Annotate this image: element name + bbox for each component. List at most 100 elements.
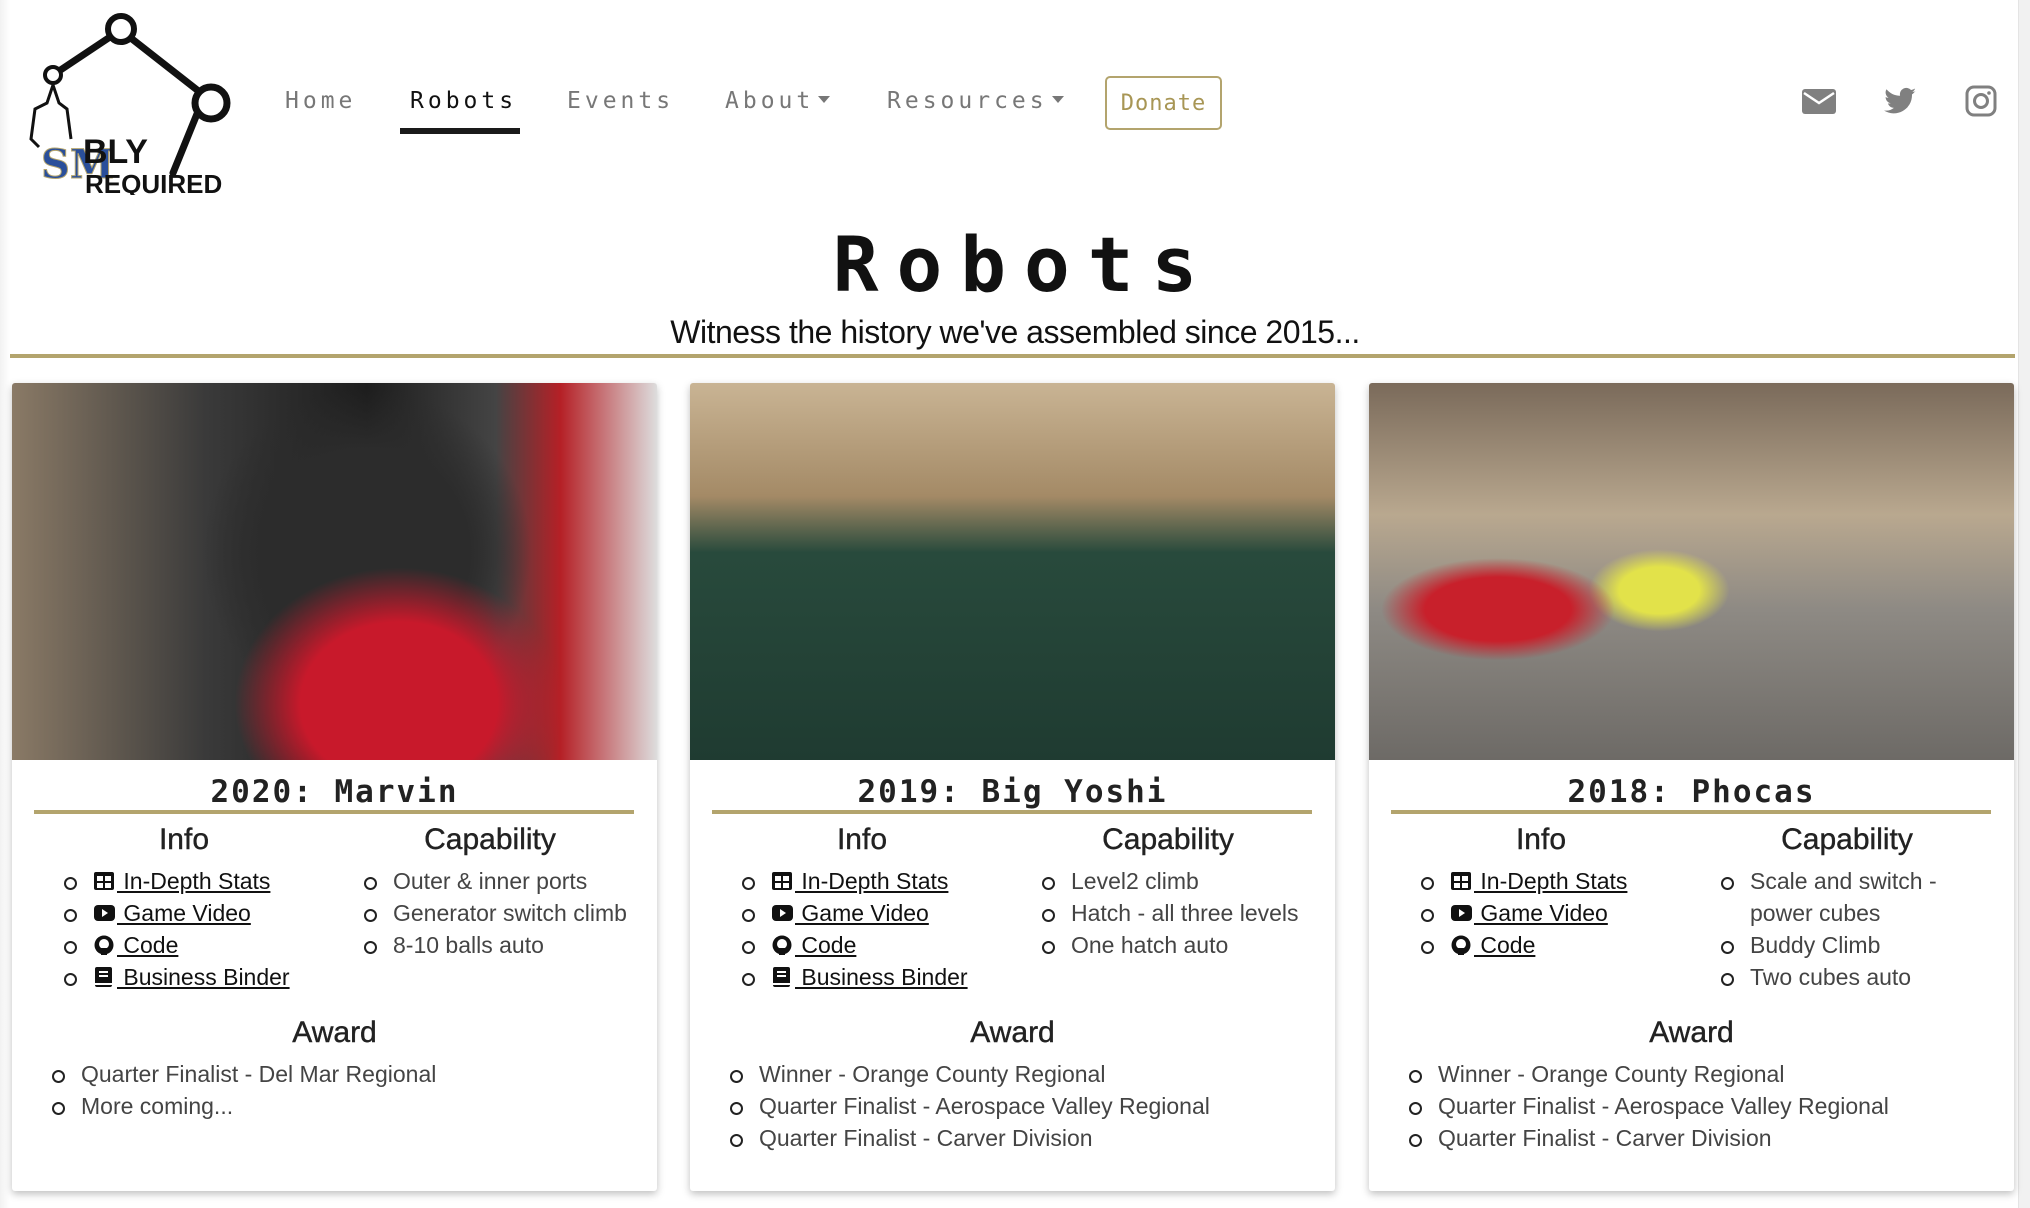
capability-section: Capability Outer & inner ports Generator s… — [334, 823, 646, 961]
svg-text:REQUIRED: REQUIRED — [85, 169, 222, 195]
award-item: Quarter Finalist - Carver Division — [1391, 1122, 2014, 1154]
info-item: Business Binder — [724, 961, 1012, 993]
award-section: Award Quarter Finalist - Del Mar Regional… — [12, 1016, 657, 1122]
capability-section: Capability Scale and switch - power cubes… — [1691, 823, 2003, 993]
capability-item: 8-10 balls auto — [346, 929, 646, 961]
award-heading: Award — [1649, 1016, 1734, 1049]
nav-events[interactable]: Events — [567, 88, 674, 114]
capability-item: Hatch - all three levels — [1024, 897, 1324, 929]
capability-item: Outer & inner ports — [346, 865, 646, 897]
robot-photo — [1369, 383, 2014, 760]
info-link[interactable]: Game Video — [93, 900, 251, 926]
donate-button[interactable]: Donate — [1105, 76, 1222, 130]
info-section: Info In-Depth Stats Game Video Code Busi… — [34, 823, 334, 993]
robot-card: 2019: Big Yoshi Info In-Depth Stats Game… — [690, 383, 1335, 1191]
card-divider — [1391, 810, 1991, 814]
info-link-label: Game Video — [117, 900, 251, 926]
award-section: Award Winner - Orange County Regional Quar… — [1369, 1016, 2014, 1154]
youtube-icon — [94, 905, 115, 921]
robot-card: 2020: Marvin Info In-Depth Stats Game Vi… — [12, 383, 657, 1191]
capability-item: Buddy Climb — [1703, 929, 2003, 961]
book-icon — [773, 967, 790, 987]
active-nav-underline — [400, 128, 520, 134]
github-icon — [94, 935, 114, 955]
info-link[interactable]: In-Depth Stats — [771, 868, 948, 894]
capability-item: Generator switch climb — [346, 897, 646, 929]
info-link[interactable]: In-Depth Stats — [93, 868, 270, 894]
title-divider — [10, 354, 2015, 358]
info-link-label: Business Binder — [117, 964, 290, 990]
robot-title: 2019: Big Yoshi — [857, 774, 1168, 810]
capability-item: Scale and switch - power cubes — [1703, 865, 2003, 929]
info-item: Game Video — [46, 897, 334, 929]
youtube-icon — [1451, 905, 1472, 921]
award-heading: Award — [970, 1016, 1055, 1049]
scrollbar[interactable] — [2018, 0, 2030, 1208]
info-item: Game Video — [1403, 897, 1691, 929]
capability-item: One hatch auto — [1024, 929, 1324, 961]
nav-resources[interactable]: Resources — [887, 88, 1064, 114]
github-icon — [1451, 935, 1471, 955]
info-link-label: Code — [795, 932, 857, 958]
info-link[interactable]: Code — [771, 932, 856, 958]
robot-title: 2020: Marvin — [210, 774, 459, 810]
info-link-label: In-Depth Stats — [117, 868, 271, 894]
info-item: Game Video — [724, 897, 1012, 929]
table-icon — [772, 872, 792, 890]
award-item: Winner - Orange County Regional — [712, 1058, 1335, 1090]
info-heading: Info — [836, 823, 888, 856]
page-edge — [0, 0, 10, 1208]
svg-text:BLY: BLY — [83, 133, 148, 171]
award-item: Quarter Finalist - Aerospace Valley Regi… — [1391, 1090, 2014, 1122]
info-link[interactable]: Code — [93, 932, 178, 958]
robot-card: 2018: Phocas Info In-Depth Stats Game Vi… — [1369, 383, 2014, 1191]
info-section: Info In-Depth Stats Game Video Code Busi… — [712, 823, 1012, 993]
info-heading: Info — [158, 823, 210, 856]
page-title: Robots — [832, 220, 1216, 309]
award-item: Quarter Finalist - Aerospace Valley Regi… — [712, 1090, 1335, 1122]
twitter-icon[interactable] — [1883, 84, 1919, 118]
capability-heading: Capability — [1781, 823, 1913, 856]
info-link[interactable]: Game Video — [771, 900, 929, 926]
caret-down-icon — [1051, 96, 1064, 103]
info-link-label: Game Video — [1474, 900, 1608, 926]
info-link-label: Game Video — [795, 900, 929, 926]
award-item: Quarter Finalist - Carver Division — [712, 1122, 1335, 1154]
capability-item: Level2 climb — [1024, 865, 1324, 897]
info-link-label: Business Binder — [795, 964, 968, 990]
table-icon — [94, 872, 114, 890]
info-link[interactable]: In-Depth Stats — [1450, 868, 1627, 894]
capability-section: Capability Level2 climb Hatch - all three … — [1012, 823, 1324, 961]
capability-heading: Capability — [424, 823, 556, 856]
award-item: More coming... — [34, 1090, 657, 1122]
info-item: In-Depth Stats — [1403, 865, 1691, 897]
github-icon — [772, 935, 792, 955]
info-item: In-Depth Stats — [724, 865, 1012, 897]
info-link[interactable]: Code — [1450, 932, 1535, 958]
nav-resources-label: Resources — [887, 88, 1048, 114]
info-heading: Info — [1515, 823, 1567, 856]
award-item: Quarter Finalist - Del Mar Regional — [34, 1058, 657, 1090]
info-link[interactable]: Business Binder — [93, 964, 290, 990]
info-section: Info In-Depth Stats Game Video Code — [1391, 823, 1691, 961]
info-item: Code — [724, 929, 1012, 961]
nav-home[interactable]: Home — [285, 88, 356, 114]
robot-photo — [690, 383, 1335, 760]
capability-heading: Capability — [1102, 823, 1234, 856]
instagram-icon[interactable] — [1963, 84, 1999, 118]
info-link[interactable]: Game Video — [1450, 900, 1608, 926]
nav-about-label: About — [725, 88, 815, 114]
robot-title: 2018: Phocas — [1567, 774, 1816, 810]
info-link-label: In-Depth Stats — [795, 868, 949, 894]
nav-robots[interactable]: Robots — [410, 88, 517, 114]
info-link-label: Code — [117, 932, 179, 958]
info-link[interactable]: Business Binder — [771, 964, 968, 990]
award-heading: Award — [292, 1016, 377, 1049]
page-subtitle: Witness the history we've assembled sinc… — [670, 314, 1360, 350]
table-icon — [1451, 872, 1471, 890]
envelope-icon[interactable] — [1801, 84, 1837, 118]
award-section: Award Winner - Orange County Regional Quar… — [690, 1016, 1335, 1154]
capability-item: Two cubes auto — [1703, 961, 2003, 993]
team-logo[interactable]: SM BLY REQUIRED — [23, 13, 235, 195]
nav-about[interactable]: About — [725, 88, 831, 114]
